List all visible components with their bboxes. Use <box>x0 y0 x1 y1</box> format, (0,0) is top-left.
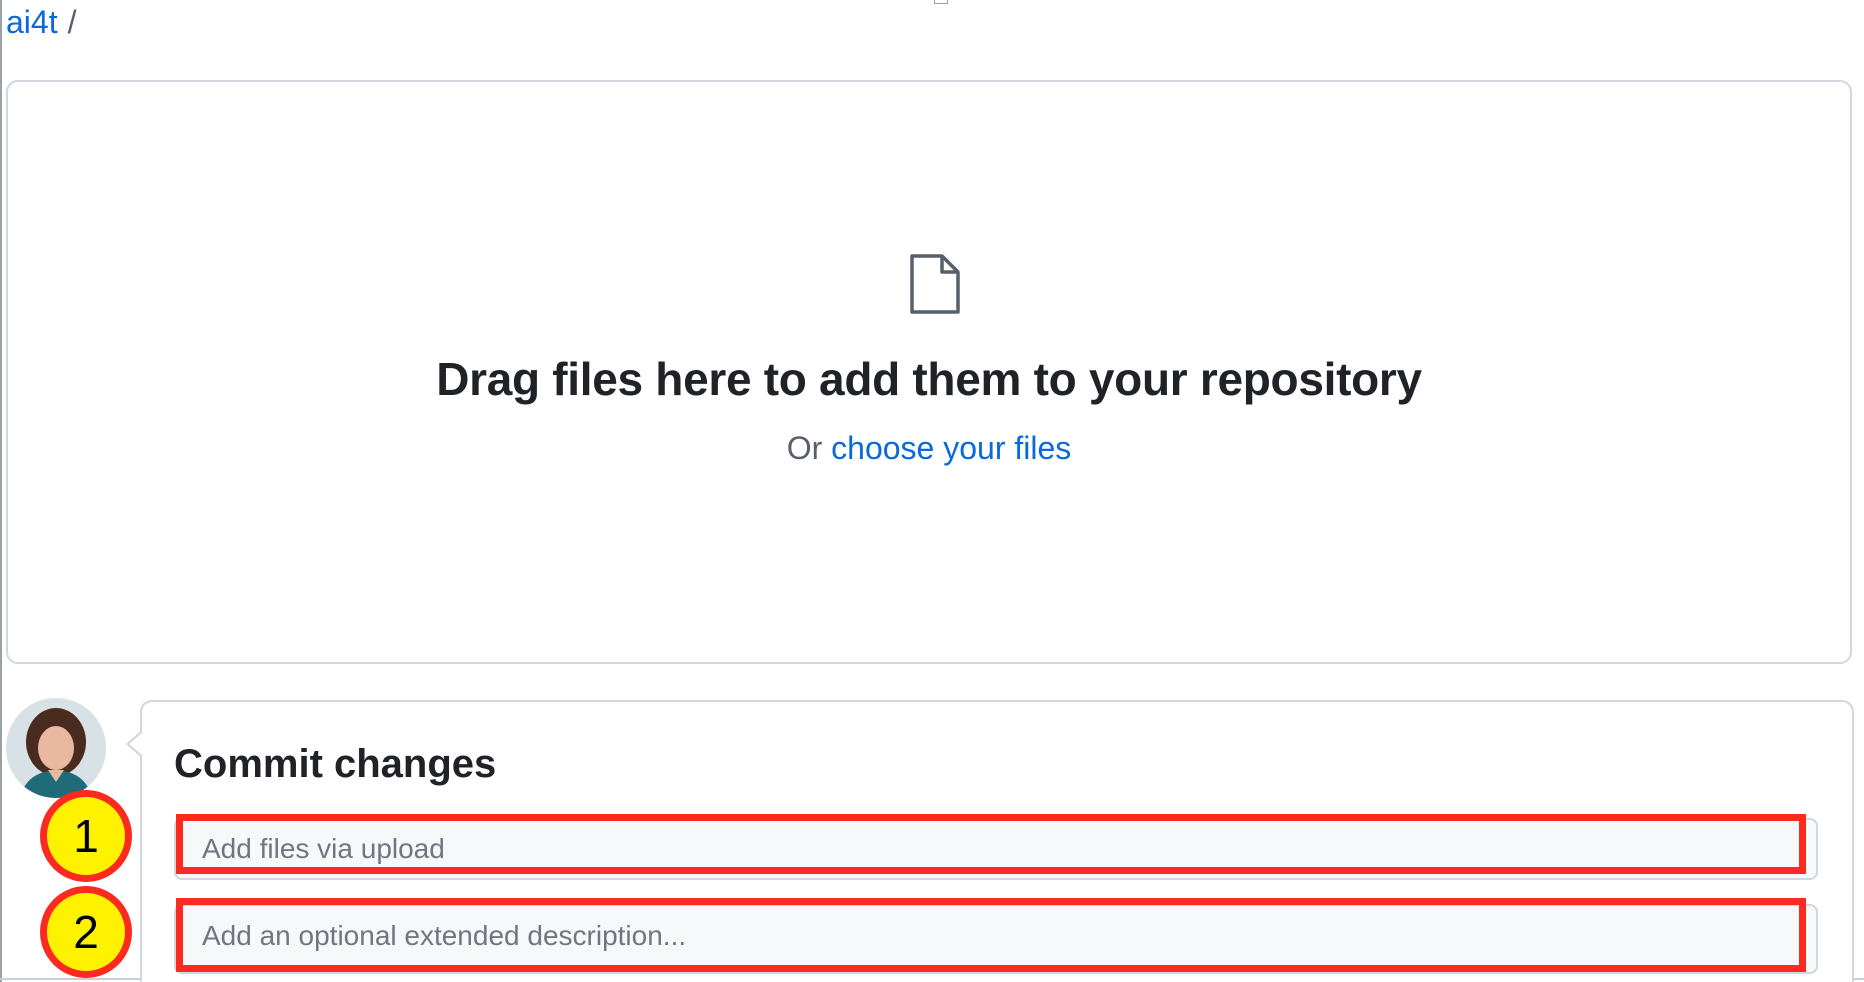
file-drop-zone[interactable]: Drag files here to add them to your repo… <box>6 80 1852 664</box>
frame-border <box>0 0 2 982</box>
breadcrumb-owner-link[interactable]: ai4t <box>6 2 58 42</box>
drop-zone-or-text: Or <box>786 430 823 466</box>
commit-summary-input[interactable] <box>174 818 1818 880</box>
choose-files-link[interactable]: choose your files <box>831 430 1071 466</box>
drop-zone-subtitle: Or choose your files <box>8 430 1850 467</box>
breadcrumb-separator: / <box>67 4 77 40</box>
commit-changes-title: Commit changes <box>174 742 497 786</box>
avatar <box>6 698 106 798</box>
file-icon <box>910 254 960 314</box>
commit-box-pointer-inner <box>129 732 143 756</box>
commit-description-input[interactable] <box>174 904 1818 974</box>
crop-mark <box>934 0 948 4</box>
breadcrumb: ai4t / <box>6 2 76 42</box>
callout-marker-2: 2 <box>40 886 132 978</box>
drop-zone-title: Drag files here to add them to your repo… <box>436 353 1422 405</box>
upload-page: ai4t / Drag files here to add them to yo… <box>0 0 1864 982</box>
callout-marker-1: 1 <box>40 790 132 882</box>
